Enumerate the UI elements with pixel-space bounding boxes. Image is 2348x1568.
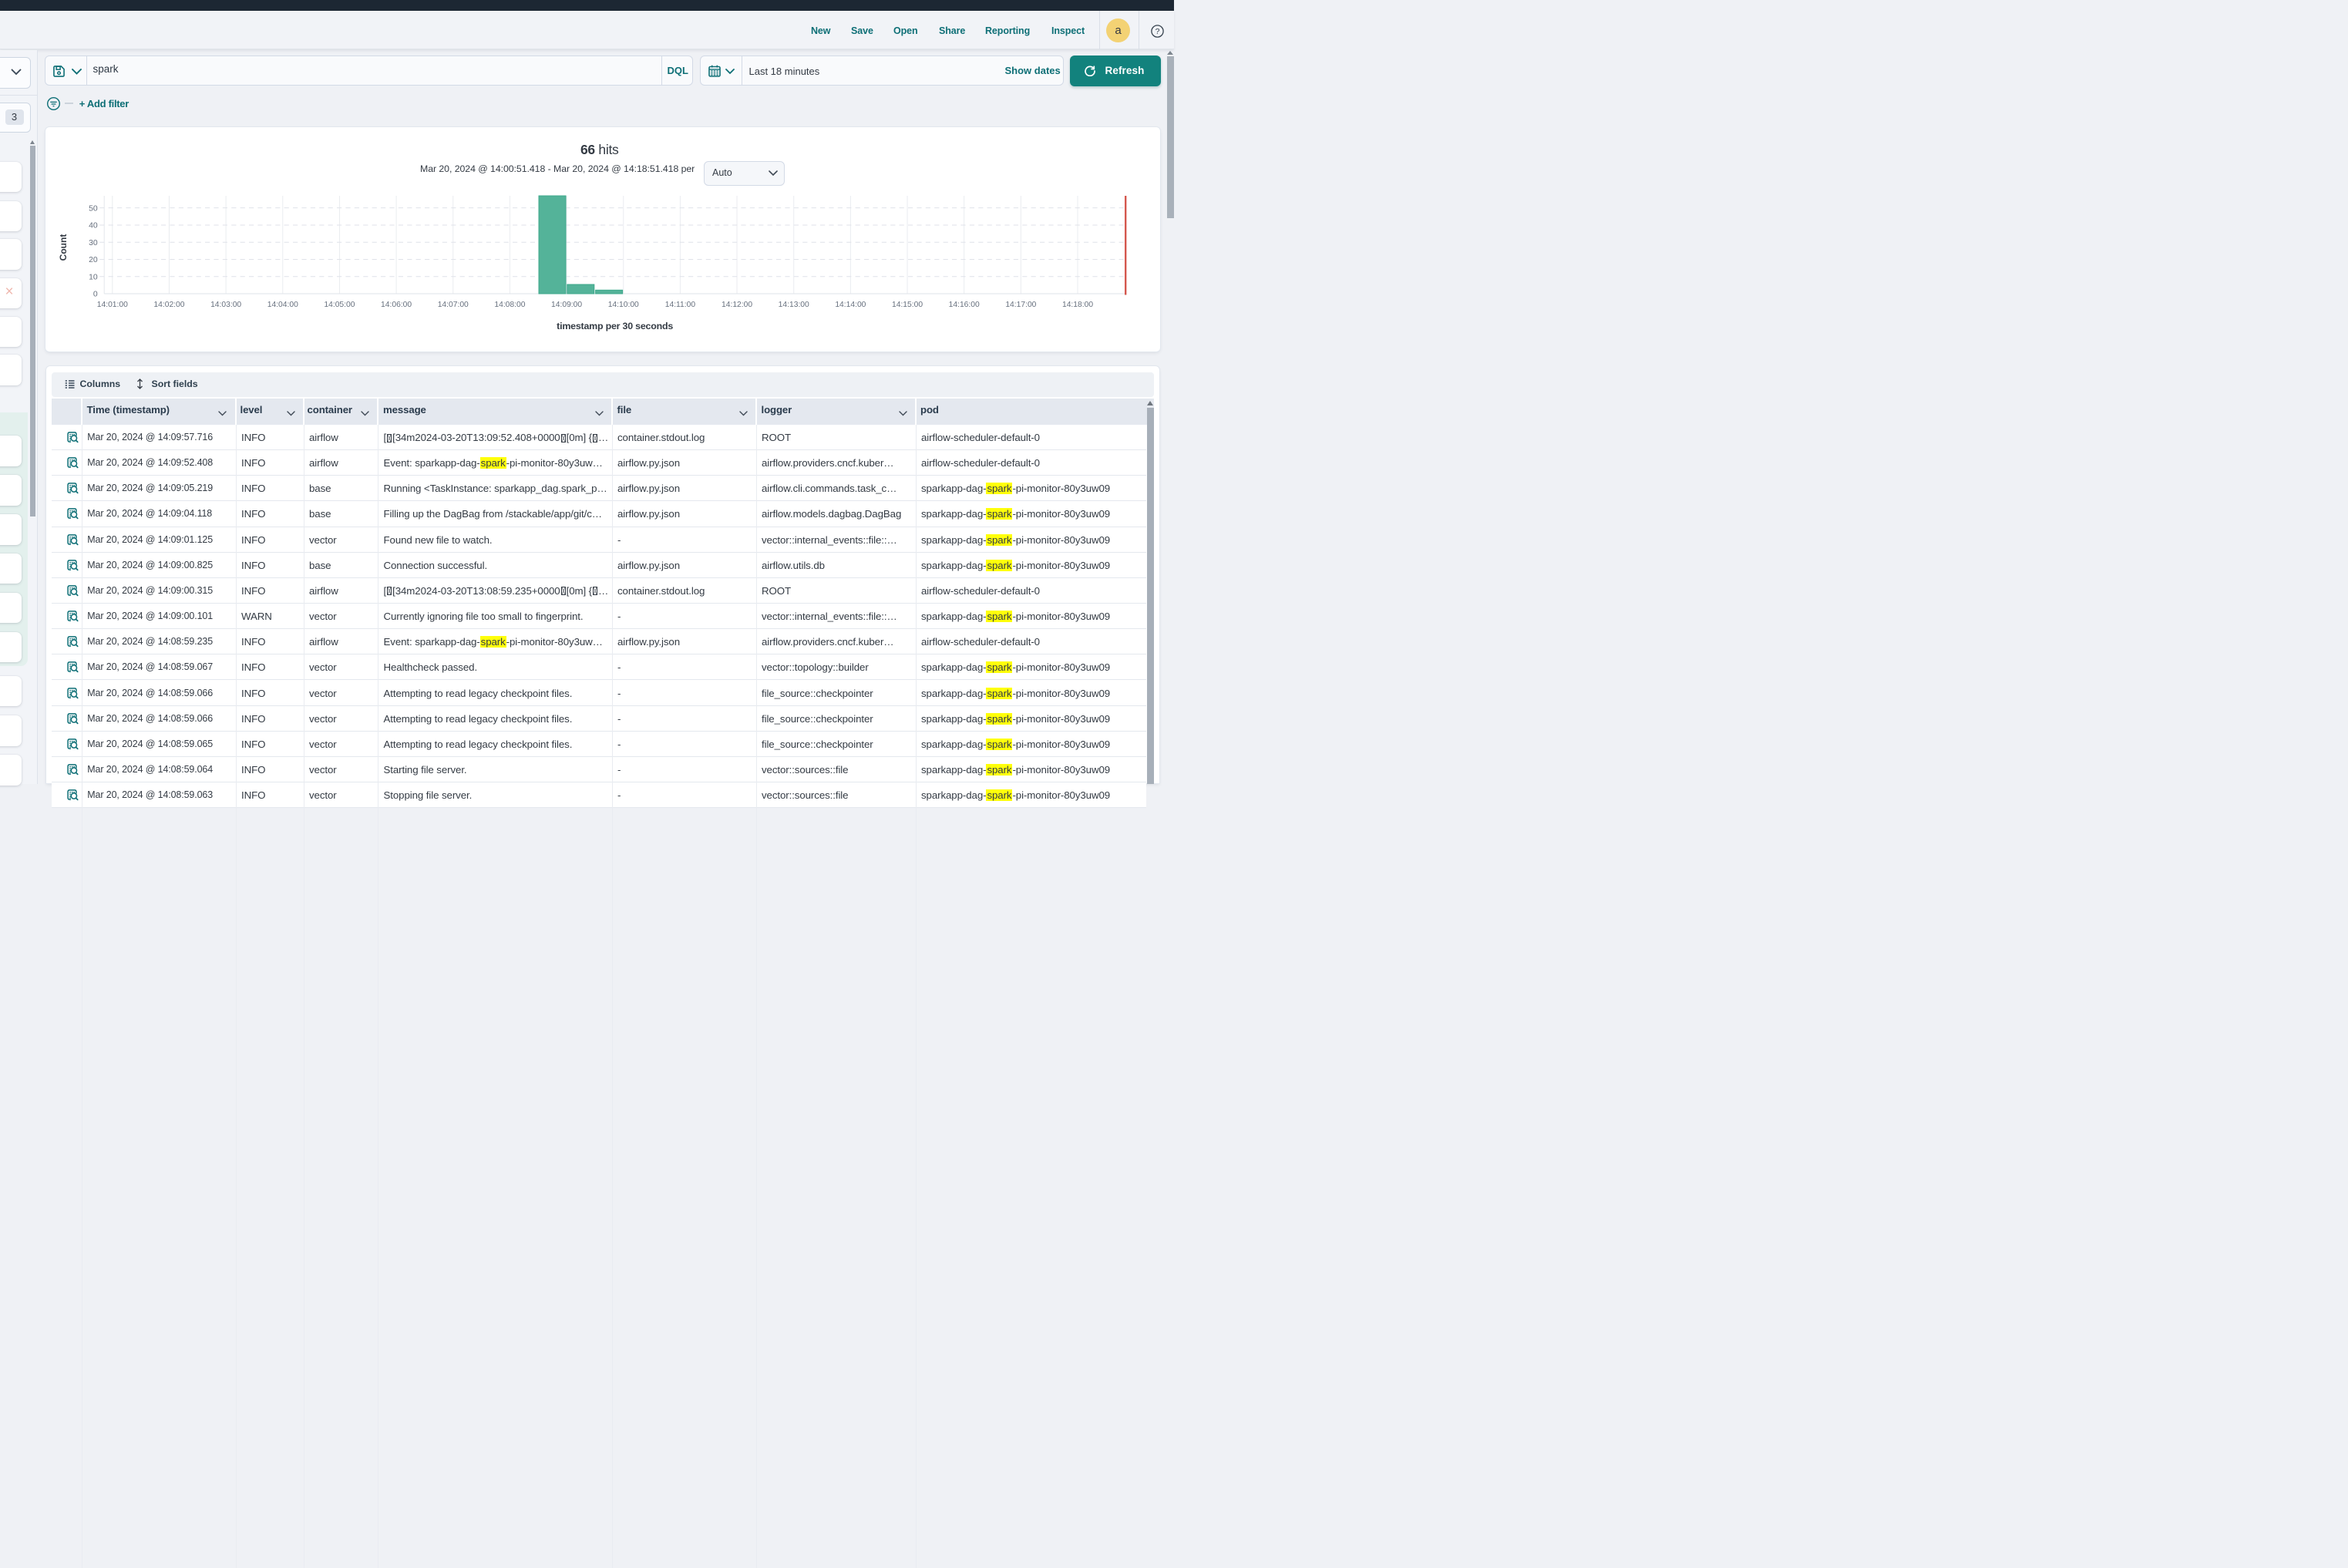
svg-text:14:15:00: 14:15:00 [892, 301, 923, 309]
svg-text:14:12:00: 14:12:00 [722, 301, 752, 309]
svg-text:14:06:00: 14:06:00 [381, 301, 412, 309]
svg-text:?: ? [1155, 27, 1160, 36]
svg-text:Count: Count [58, 234, 69, 261]
svg-text:14:02:00: 14:02:00 [153, 301, 184, 309]
svg-text:14:09:00: 14:09:00 [551, 301, 582, 309]
svg-text:40: 40 [89, 221, 98, 230]
svg-text:14:17:00: 14:17:00 [1005, 301, 1036, 309]
svg-text:14:18:00: 14:18:00 [1062, 301, 1093, 309]
svg-text:14:16:00: 14:16:00 [949, 301, 980, 309]
svg-text:14:01:00: 14:01:00 [97, 301, 128, 309]
svg-text:14:05:00: 14:05:00 [324, 301, 355, 309]
svg-text:timestamp per 30 seconds: timestamp per 30 seconds [557, 321, 673, 331]
svg-text:14:13:00: 14:13:00 [779, 301, 809, 309]
svg-text:10: 10 [89, 273, 98, 281]
svg-text:50: 50 [89, 204, 98, 213]
svg-text:20: 20 [89, 256, 98, 264]
svg-text:14:10:00: 14:10:00 [608, 301, 639, 309]
svg-text:14:03:00: 14:03:00 [210, 301, 241, 309]
svg-text:14:14:00: 14:14:00 [835, 301, 866, 309]
svg-text:14:08:00: 14:08:00 [494, 301, 525, 309]
svg-text:14:07:00: 14:07:00 [438, 301, 469, 309]
svg-text:14:04:00: 14:04:00 [267, 301, 298, 309]
svg-text:0: 0 [93, 290, 98, 298]
svg-text:30: 30 [89, 238, 98, 247]
svg-text:14:11:00: 14:11:00 [665, 301, 696, 309]
